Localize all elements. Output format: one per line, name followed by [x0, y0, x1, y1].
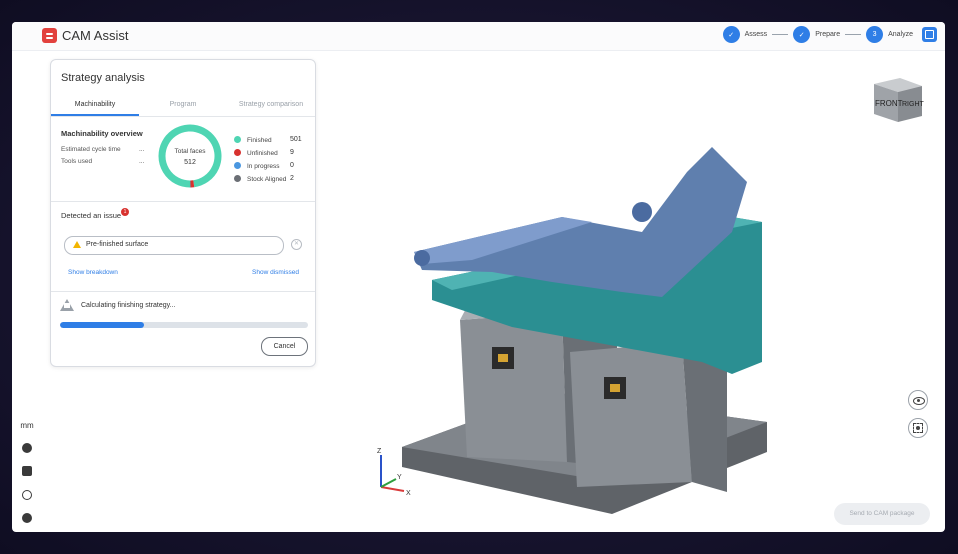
show-breakdown-link[interactable]: Show breakdown [68, 269, 118, 276]
tab-program[interactable]: Program [139, 94, 227, 116]
panel-tabs: Machinability Program Strategy compariso… [51, 94, 315, 117]
step-analyze-marker[interactable]: 3 [866, 26, 884, 43]
step-connector [772, 34, 789, 35]
part-boss [414, 250, 430, 266]
legend-stock-aligned: Stock Aligned [234, 175, 286, 183]
legend-in-progress: In progress [234, 162, 280, 170]
layout-toggle-icon[interactable] [922, 27, 937, 42]
detected-issue-title: Detected an issue [61, 211, 122, 220]
tools-used-label: Tools used [61, 158, 93, 165]
cancel-button[interactable]: Cancel [261, 337, 308, 356]
donut-slice-finished [158, 124, 222, 188]
legend-unfinished-label: Unfinished [247, 150, 278, 157]
calculating-status: Calculating finishing strategy... [81, 302, 176, 309]
axis-x-label: X [406, 490, 411, 497]
show-dismissed-link[interactable]: Show dismissed [252, 269, 299, 276]
step-analyze-label[interactable]: Analyze [888, 31, 913, 38]
step-assess-label[interactable]: Assess [745, 31, 768, 38]
tab-strategy-comparison[interactable]: Strategy comparison [227, 94, 315, 116]
section-divider [51, 201, 315, 202]
step-assess-marker[interactable]: ✓ [722, 26, 740, 43]
theme-toggle[interactable] [19, 443, 35, 453]
fit-view-icon [913, 423, 923, 433]
part-boss [632, 202, 652, 222]
axis-y-line [380, 478, 397, 488]
step-prepare-label[interactable]: Prepare [815, 31, 840, 38]
view-cube-right-label: RIGHT [902, 101, 925, 108]
view-cube-front-label: FRONT [875, 99, 903, 108]
faces-donut-chart [158, 124, 222, 188]
app-window: CAM Assist ✓ Assess ✓ Prepare 3 Analyze … [12, 22, 945, 532]
tab-machinability[interactable]: Machinability [51, 94, 139, 116]
legend-unfinished-dot [234, 149, 241, 156]
legend-in-progress-value: 0 [290, 162, 294, 169]
info-button[interactable] [19, 513, 35, 523]
legend-in-progress-label: In progress [247, 163, 280, 170]
workflow-stepper: ✓ Assess ✓ Prepare 3 Analyze [722, 26, 937, 43]
part-model-view[interactable] [392, 122, 772, 522]
cycle-time-label: Estimated cycle time [61, 146, 121, 153]
legend-stock-aligned-dot [234, 175, 241, 182]
step-prepare-marker[interactable]: ✓ [793, 26, 811, 43]
calculating-icon [60, 299, 74, 311]
issue-count-badge: 1 [121, 208, 129, 216]
legend-in-progress-dot [234, 162, 241, 169]
machine-button[interactable] [19, 466, 35, 476]
dismiss-issue-icon[interactable]: ✕ [291, 239, 302, 250]
machine-icon [22, 466, 32, 476]
vise-left-screw [498, 354, 508, 362]
tools-used-value: ... [139, 158, 145, 165]
app-title: CAM Assist [62, 28, 129, 43]
legend-stock-aligned-value: 2 [290, 175, 294, 182]
legend-finished-label: Finished [247, 137, 272, 144]
issue-item-pre-finished-surface[interactable]: Pre-finished surface [64, 236, 284, 255]
axis-x-line [380, 486, 405, 492]
axis-y-label: Y [397, 474, 402, 481]
info-icon [22, 513, 32, 523]
legend-finished-dot [234, 136, 241, 143]
progress-fill [60, 322, 145, 328]
contrast-icon [22, 443, 32, 453]
left-rail: mm [12, 50, 42, 532]
legend-unfinished-value: 9 [290, 149, 294, 156]
machinability-overview-title: Machinability overview [61, 129, 143, 138]
help-icon [22, 490, 32, 500]
units-toggle[interactable]: mm [19, 421, 35, 430]
eye-icon [913, 397, 925, 405]
app-header: CAM Assist ✓ Assess ✓ Prepare 3 Analyze [12, 22, 945, 51]
axis-z-label: Z [377, 448, 382, 455]
section-divider [51, 291, 315, 292]
strategy-analysis-panel: Strategy analysis Machinability Program … [50, 59, 316, 367]
fit-view-button[interactable] [908, 418, 928, 438]
cam-assist-logo-icon [42, 28, 57, 43]
send-to-cam-package-button[interactable]: Send to CAM package [834, 503, 930, 525]
panel-title: Strategy analysis [61, 72, 145, 84]
vise-left [460, 312, 567, 462]
legend-finished-value: 501 [290, 136, 302, 143]
visibility-button[interactable] [908, 390, 928, 410]
legend-stock-aligned-label: Stock Aligned [247, 176, 287, 183]
issue-item-label: Pre-finished surface [86, 241, 149, 248]
legend-finished: Finished [234, 136, 272, 144]
donut-total: 512 [184, 159, 196, 166]
donut-label: Total faces [174, 148, 206, 155]
view-cube[interactable]: FRONT RIGHT [870, 70, 930, 130]
vise-right-screw [610, 384, 620, 392]
axis-triad: Z Y X [377, 448, 411, 497]
help-button[interactable] [19, 490, 35, 500]
legend-unfinished: Unfinished [234, 149, 278, 157]
calculation-progress-bar [60, 322, 308, 328]
vise-right [570, 342, 692, 487]
step-connector [845, 34, 862, 35]
cycle-time-value: ... [139, 146, 145, 153]
warning-icon [73, 241, 81, 248]
